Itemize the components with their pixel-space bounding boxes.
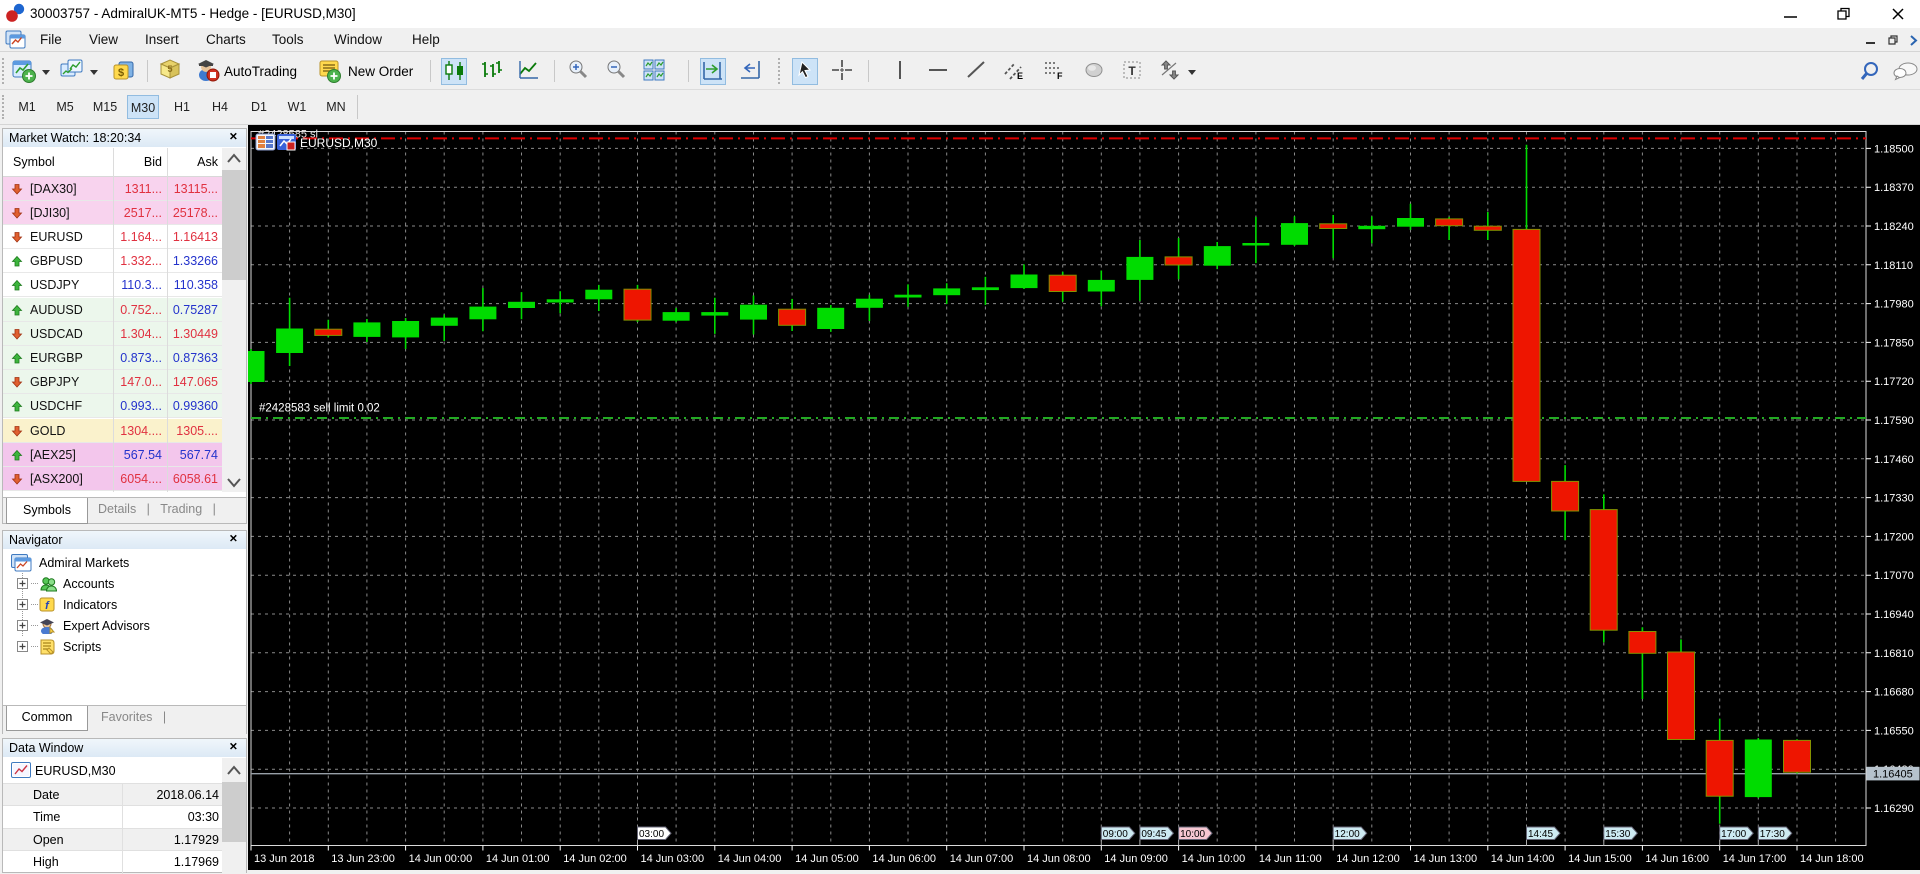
svg-text:14 Jun 09:00: 14 Jun 09:00 xyxy=(1104,853,1168,865)
svg-text:#2428583 sell limit 0.02: #2428583 sell limit 0.02 xyxy=(259,403,380,415)
svg-text:T: T xyxy=(1128,64,1136,78)
svg-text:14 Jun 04:00: 14 Jun 04:00 xyxy=(718,853,782,865)
svg-text:1.16940: 1.16940 xyxy=(1874,609,1914,621)
svg-text:1.16290: 1.16290 xyxy=(1874,803,1914,815)
svg-text:14 Jun 10:00: 14 Jun 10:00 xyxy=(1182,853,1246,865)
svg-text:F: F xyxy=(1057,71,1063,81)
svg-text:1.18240: 1.18240 xyxy=(1874,221,1914,233)
svg-text:13 Jun 2018: 13 Jun 2018 xyxy=(254,853,315,865)
svg-text:03:00: 03:00 xyxy=(639,829,664,840)
svg-text:1.17980: 1.17980 xyxy=(1874,299,1914,311)
svg-text:1.18110: 1.18110 xyxy=(1874,260,1913,272)
svg-text:1.16405: 1.16405 xyxy=(1873,769,1913,781)
svg-text:14 Jun 01:00: 14 Jun 01:00 xyxy=(486,853,550,865)
svg-text:14 Jun 08:00: 14 Jun 08:00 xyxy=(1027,853,1091,865)
svg-text:1.17200: 1.17200 xyxy=(1874,531,1914,543)
svg-text:1.18500: 1.18500 xyxy=(1874,143,1914,155)
svg-text:14 Jun 12:00: 14 Jun 12:00 xyxy=(1336,853,1400,865)
svg-text:1.16680: 1.16680 xyxy=(1874,687,1914,699)
svg-text:12:00: 12:00 xyxy=(1335,829,1360,840)
svg-text:14 Jun 14:00: 14 Jun 14:00 xyxy=(1491,853,1555,865)
svg-text:14 Jun 02:00: 14 Jun 02:00 xyxy=(563,853,627,865)
svg-text:17:00: 17:00 xyxy=(1721,829,1746,840)
svg-text:13 Jun 23:00: 13 Jun 23:00 xyxy=(331,853,395,865)
svg-text:1.17460: 1.17460 xyxy=(1874,454,1914,466)
svg-text:14 Jun 18:00: 14 Jun 18:00 xyxy=(1800,853,1864,865)
svg-text:14 Jun 16:00: 14 Jun 16:00 xyxy=(1645,853,1709,865)
svg-text:14 Jun 03:00: 14 Jun 03:00 xyxy=(641,853,705,865)
svg-text:1.18370: 1.18370 xyxy=(1874,182,1914,194)
svg-text:1.17590: 1.17590 xyxy=(1874,415,1914,427)
svg-text:10:00: 10:00 xyxy=(1180,829,1205,840)
svg-text:14 Jun 15:00: 14 Jun 15:00 xyxy=(1568,853,1632,865)
svg-text:17:30: 17:30 xyxy=(1760,829,1785,840)
svg-text:14 Jun 05:00: 14 Jun 05:00 xyxy=(795,853,859,865)
svg-text:14 Jun 11:00: 14 Jun 11:00 xyxy=(1259,853,1322,865)
svg-text:1.16810: 1.16810 xyxy=(1874,648,1914,660)
svg-text:14:45: 14:45 xyxy=(1528,829,1553,840)
svg-text:1.17070: 1.17070 xyxy=(1874,570,1914,582)
svg-text:1.17330: 1.17330 xyxy=(1874,493,1914,505)
svg-text:15:30: 15:30 xyxy=(1605,829,1630,840)
svg-text:14 Jun 06:00: 14 Jun 06:00 xyxy=(872,853,936,865)
svg-text:EURUSD,M30: EURUSD,M30 xyxy=(300,136,378,150)
svg-text:14 Jun 07:00: 14 Jun 07:00 xyxy=(950,853,1014,865)
svg-text:14 Jun 17:00: 14 Jun 17:00 xyxy=(1723,853,1787,865)
svg-text:1.17720: 1.17720 xyxy=(1874,376,1914,388)
svg-text:E: E xyxy=(1017,71,1023,81)
svg-text:14 Jun 00:00: 14 Jun 00:00 xyxy=(409,853,473,865)
svg-text:1.16550: 1.16550 xyxy=(1874,725,1914,737)
svg-text:5: 5 xyxy=(167,64,172,74)
svg-text:14 Jun 13:00: 14 Jun 13:00 xyxy=(1414,853,1478,865)
svg-text:$: $ xyxy=(118,67,124,79)
svg-text:1.17850: 1.17850 xyxy=(1874,337,1914,349)
svg-text:09:00: 09:00 xyxy=(1103,829,1128,840)
svg-text:09:45: 09:45 xyxy=(1141,829,1166,840)
